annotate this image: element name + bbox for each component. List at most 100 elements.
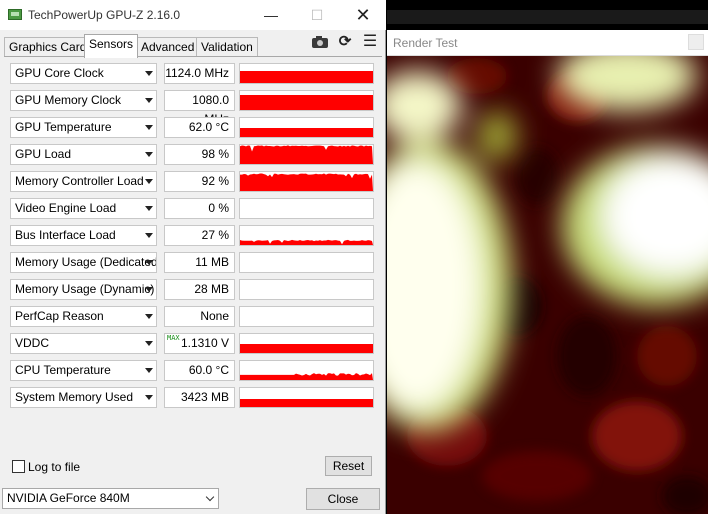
graph-line — [240, 173, 373, 191]
sensor-value: 27 % — [164, 225, 235, 246]
sensor-row: GPU Core Clock 1124.0 MHz — [10, 63, 374, 84]
dropdown-arrow-icon — [145, 152, 153, 157]
max-indicator: MAX — [167, 334, 180, 342]
sensor-row: PerfCap Reason None — [10, 306, 374, 327]
sensor-value: 92 % — [164, 171, 235, 192]
sensor-graph — [239, 279, 374, 300]
sensor-name-dropdown[interactable]: GPU Load — [10, 144, 157, 165]
sensor-name-dropdown[interactable]: PerfCap Reason — [10, 306, 157, 327]
sensor-row: Memory Controller Load 92 % — [10, 171, 374, 192]
sensor-row: Bus Interface Load 27 % — [10, 225, 374, 246]
sensor-value-text: 1.1310 V — [180, 336, 229, 350]
sensor-name: Memory Usage (Dedicated) — [15, 255, 157, 269]
desktop: TechPowerUp GPU-Z 2.16.0 — ☐ ✕ Graphics … — [0, 0, 708, 514]
sensor-value-text: 3423 MB — [180, 390, 229, 404]
dropdown-arrow-icon — [145, 125, 153, 130]
tab-graphics-card[interactable]: Graphics Card — [4, 37, 92, 57]
tab-sensors[interactable]: Sensors — [84, 34, 139, 58]
sensor-name-dropdown[interactable]: Video Engine Load — [10, 198, 157, 219]
sensor-graph — [239, 306, 374, 327]
dropdown-arrow-icon — [145, 260, 153, 265]
sensor-row: Video Engine Load 0 % — [10, 198, 374, 219]
gpuz-window: TechPowerUp GPU-Z 2.16.0 — ☐ ✕ Graphics … — [0, 0, 386, 514]
sensor-name: PerfCap Reason — [15, 309, 104, 323]
sensor-graph — [239, 387, 374, 408]
sensor-name-dropdown[interactable]: VDDC — [10, 333, 157, 354]
sensor-value: 0 % — [164, 198, 235, 219]
sensor-graph — [239, 360, 374, 381]
render-title-bar[interactable]: Render Test — [387, 30, 708, 56]
close-window-button[interactable]: ✕ — [340, 0, 386, 30]
window-title: TechPowerUp GPU-Z 2.16.0 — [28, 8, 181, 22]
sensor-graph — [239, 252, 374, 273]
dropdown-arrow-icon — [145, 341, 153, 346]
sensor-value: 62.0 °C — [164, 117, 235, 138]
render-close-icon[interactable] — [688, 34, 704, 50]
graph-fill — [240, 344, 373, 353]
minimize-button[interactable]: — — [248, 0, 294, 30]
close-button[interactable]: Close — [306, 488, 380, 510]
gpu-select[interactable]: NVIDIA GeForce 840M — [2, 488, 219, 509]
sensor-name-dropdown[interactable]: System Memory Used — [10, 387, 157, 408]
sensor-value-text: None — [200, 309, 229, 323]
title-bar[interactable]: TechPowerUp GPU-Z 2.16.0 — ☐ ✕ — [0, 0, 386, 30]
dropdown-arrow-icon — [145, 233, 153, 238]
sensor-row: Memory Usage (Dynamic) 28 MB — [10, 279, 374, 300]
menu-icon[interactable]: ☰ — [359, 33, 381, 51]
sensor-value: 3423 MB — [164, 387, 235, 408]
sensor-row: System Memory Used 3423 MB — [10, 387, 374, 408]
tab-validation[interactable]: Validation — [196, 37, 258, 57]
graph-line — [240, 373, 373, 380]
sensor-value-text: 28 MB — [194, 282, 229, 296]
sensor-graph — [239, 117, 374, 138]
reset-button[interactable]: Reset — [325, 456, 372, 476]
sensor-graph — [239, 171, 374, 192]
refresh-icon[interactable]: ⟳ — [334, 33, 356, 51]
sensor-value: None — [164, 306, 235, 327]
sensor-value: 1080.0 MHz — [164, 90, 235, 126]
sensor-value-text: 27 % — [201, 228, 229, 242]
dropdown-arrow-icon — [145, 314, 153, 319]
sensor-name-dropdown[interactable]: Bus Interface Load — [10, 225, 157, 246]
render-image — [387, 56, 708, 514]
sensor-value-text: 1124.0 MHz — [165, 66, 229, 80]
sensor-value-text: 60.0 °C — [188, 363, 229, 377]
dropdown-arrow-icon — [145, 98, 153, 103]
sensor-graph — [239, 333, 374, 354]
graph-fill — [240, 399, 373, 407]
sensor-graph — [239, 90, 374, 111]
camera-icon[interactable] — [309, 33, 331, 51]
tab-panel-border — [4, 56, 382, 57]
sensor-value-text: 62.0 °C — [188, 120, 229, 134]
sensor-name-dropdown[interactable]: CPU Temperature — [10, 360, 157, 381]
sensor-name-dropdown[interactable]: GPU Memory Clock — [10, 90, 157, 111]
sensor-name-dropdown[interactable]: GPU Temperature — [10, 117, 157, 138]
sensor-name-dropdown[interactable]: Memory Controller Load — [10, 171, 157, 192]
log-to-file-label: Log to file — [28, 460, 81, 474]
log-to-file-checkbox[interactable] — [12, 460, 25, 473]
sensor-graph — [239, 225, 374, 246]
sensor-value-text: 11 MB — [195, 255, 229, 269]
maximize-button[interactable]: ☐ — [294, 0, 340, 30]
sensor-value-text: 92 % — [201, 174, 229, 188]
dropdown-arrow-icon — [145, 395, 153, 400]
sensor-value: 1124.0 MHz — [164, 63, 235, 84]
dropdown-arrow-icon — [145, 71, 153, 76]
sensor-name-dropdown[interactable]: Memory Usage (Dedicated) — [10, 252, 157, 273]
sensor-name: GPU Load — [15, 147, 72, 161]
chevron-down-icon — [205, 492, 215, 502]
tab-advanced[interactable]: Advanced — [136, 37, 200, 57]
sensor-graph — [239, 63, 374, 84]
sensor-value: MAX 1.1310 V — [164, 333, 235, 354]
sensor-row: Memory Usage (Dedicated) 11 MB — [10, 252, 374, 273]
sensor-value: 98 % — [164, 144, 235, 165]
sensor-name: Memory Usage (Dynamic) — [15, 282, 155, 296]
render-canvas — [387, 56, 708, 514]
sensor-name: GPU Memory Clock — [15, 93, 122, 107]
gpu-select-value: NVIDIA GeForce 840M — [7, 491, 130, 505]
sensor-name-dropdown[interactable]: Memory Usage (Dynamic) — [10, 279, 157, 300]
sensor-name-dropdown[interactable]: GPU Core Clock — [10, 63, 157, 84]
sensor-name: Memory Controller Load — [15, 174, 144, 188]
gpuz-app-icon — [8, 9, 22, 20]
sensor-row: GPU Load 98 % — [10, 144, 374, 165]
